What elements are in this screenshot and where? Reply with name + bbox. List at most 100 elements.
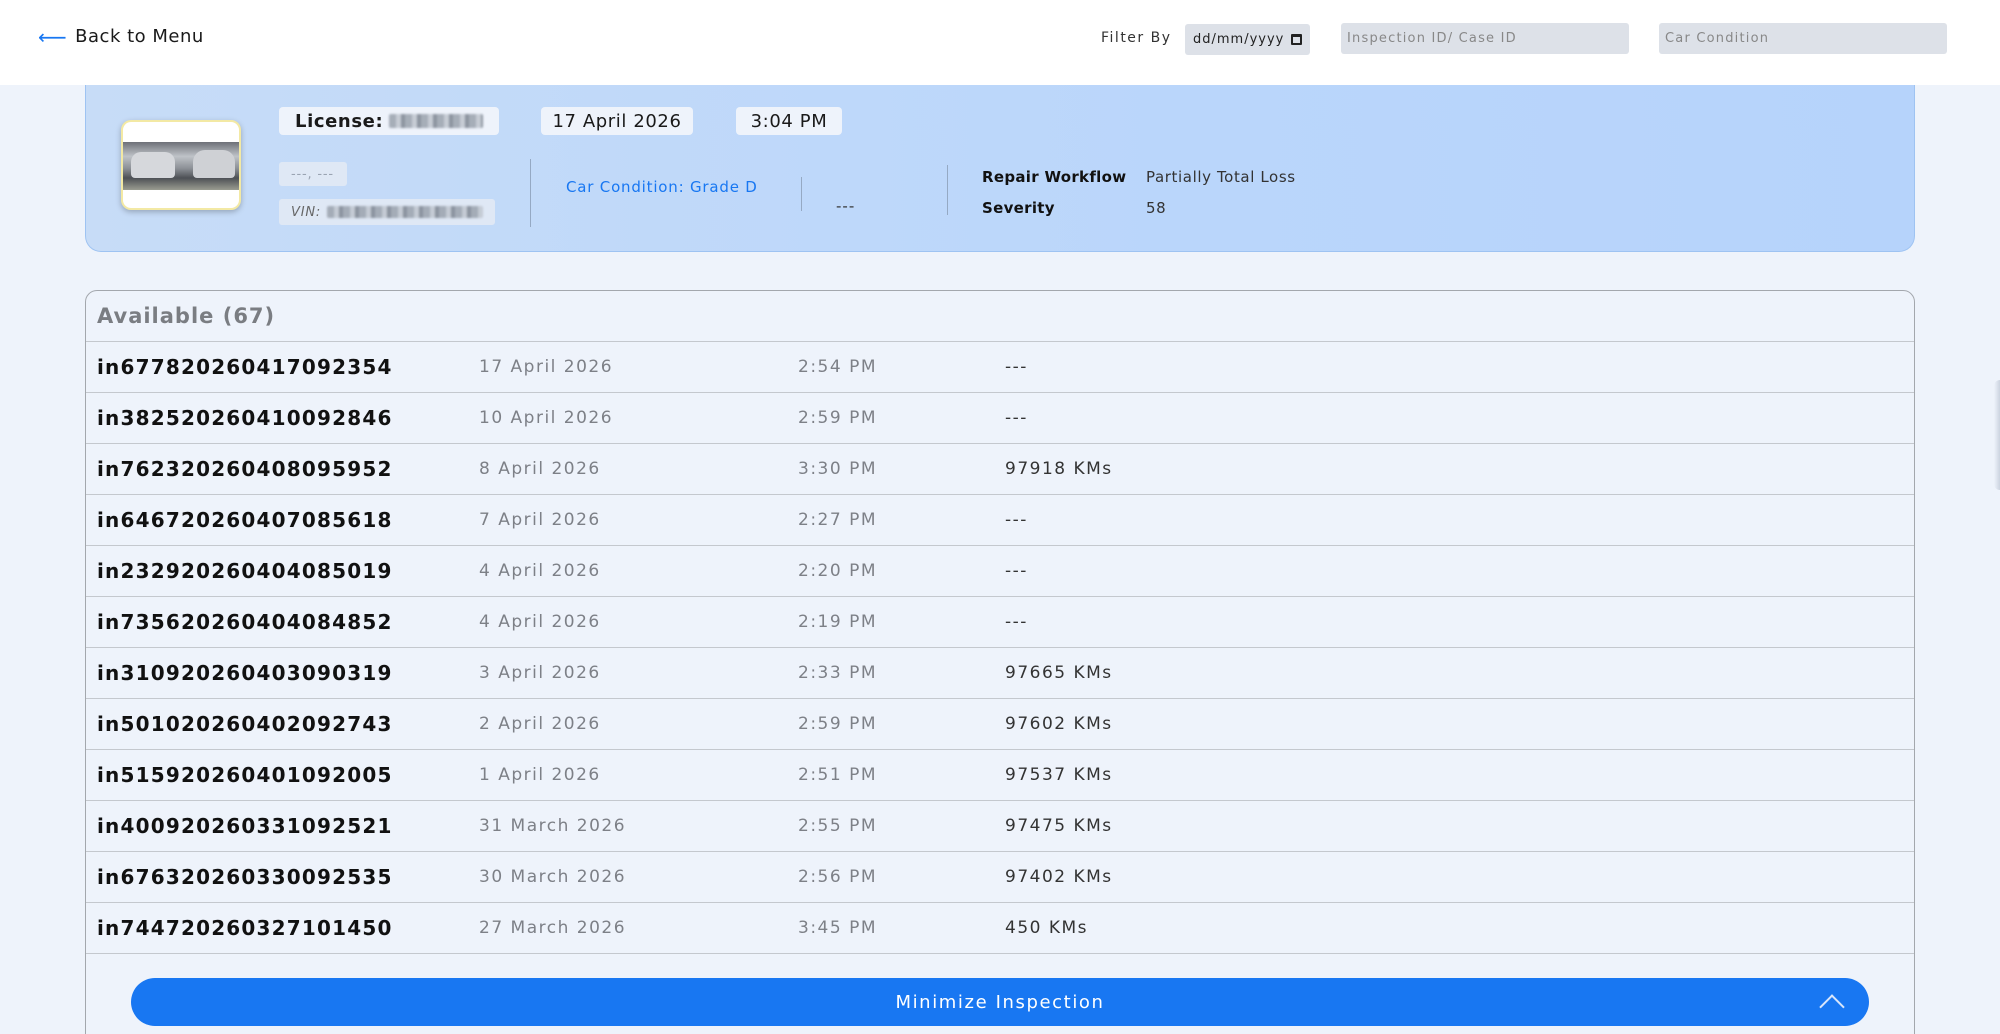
inspection-id: in382520260410092846 (97, 406, 393, 430)
severity-label: Severity (982, 199, 1055, 217)
inspection-mileage: 97402 KMs (1005, 867, 1113, 887)
inspection-row[interactable]: in310920260403090319 3 April 2026 2:33 PM 9… (86, 648, 1914, 699)
inspection-time: 2:54 PM (798, 357, 877, 377)
vehicle-photo (123, 142, 239, 190)
inspection-time: 2:55 PM (798, 816, 877, 836)
inspection-time: 2:51 PM (798, 765, 877, 785)
inspection-mileage: --- (1005, 612, 1028, 632)
inspection-date: 1 April 2026 (479, 765, 601, 785)
date-filter-input[interactable]: dd/mm/yyyy (1185, 24, 1310, 55)
case-id-placeholder: Inspection ID/ Case ID (1347, 31, 1517, 46)
minimize-inspection-button[interactable]: Minimize Inspection (131, 978, 1869, 1026)
car-condition-placeholder: Car Condition (1665, 31, 1770, 46)
car-condition-filter-input[interactable]: Car Condition (1659, 23, 1947, 54)
license-redacted (389, 114, 483, 128)
case-id-search-input[interactable]: Inspection ID/ Case ID (1341, 23, 1629, 54)
inspection-row[interactable]: in382520260410092846 10 April 2026 2:59 PM… (86, 393, 1914, 444)
inspection-id: in762320260408095952 (97, 457, 393, 481)
inspection-time: 2:20 PM (798, 561, 877, 581)
inspection-date: 4 April 2026 (479, 612, 601, 632)
available-inspections-panel: Available (67) in677820260417092354 17 Ap… (85, 290, 1915, 1034)
inspection-time: 2:19 PM (798, 612, 877, 632)
inspection-id: in400920260331092521 (97, 814, 393, 838)
vehicle-thumbnail[interactable] (121, 120, 241, 210)
available-count-header: Available (67) (86, 291, 1914, 342)
mileage-value: --- (836, 197, 856, 215)
divider (801, 177, 802, 211)
vin-redacted (327, 206, 483, 218)
inspection-id: in677820260417092354 (97, 355, 393, 379)
inspection-mileage: 97918 KMs (1005, 459, 1113, 479)
inspection-row[interactable]: in677820260417092354 17 April 2026 2:54 PM… (86, 342, 1914, 393)
divider (947, 165, 948, 215)
minimize-inspection-label: Minimize Inspection (895, 991, 1105, 1013)
inspection-row[interactable]: in515920260401092005 1 April 2026 2:51 PM 9… (86, 750, 1914, 801)
back-to-menu-link[interactable]: ⟵ Back to Menu (38, 26, 204, 47)
chevron-up-icon (1819, 994, 1845, 1020)
inspection-list: in677820260417092354 17 April 2026 2:54 PM… (86, 342, 1914, 954)
back-to-menu-label: Back to Menu (75, 26, 204, 47)
inspection-mileage: 97602 KMs (1005, 714, 1113, 734)
inspection-id: in735620260404084852 (97, 610, 393, 634)
inspection-row[interactable]: in762320260408095952 8 April 2026 3:30 PM 9… (86, 444, 1914, 495)
inspection-date: 27 March 2026 (479, 918, 627, 938)
divider (530, 159, 531, 227)
inspection-date: 17 April 2026 (479, 357, 614, 377)
inspection-id: in232920260404085019 (97, 559, 393, 583)
inspection-row[interactable]: in676320260330092535 30 March 2026 2:56 PM… (86, 852, 1914, 903)
inspection-mileage: 450 KMs (1005, 918, 1089, 938)
top-bar: ⟵ Back to Menu Filter By dd/mm/yyyy Insp… (0, 0, 2000, 85)
inspection-id: in515920260401092005 (97, 763, 393, 787)
inspection-date-chip: 17 April 2026 (541, 107, 693, 135)
inspection-summary-card[interactable]: License: 17 April 2026 3:04 PM ---, --- … (85, 85, 1915, 252)
inspection-row[interactable]: in501020260402092743 2 April 2026 2:59 PM 9… (86, 699, 1914, 750)
vin-chip: VIN: (279, 199, 495, 225)
inspection-time-chip: 3:04 PM (736, 107, 842, 135)
location-chip: ---, --- (279, 162, 347, 186)
inspection-mileage: --- (1005, 357, 1028, 377)
inspection-date: 8 April 2026 (479, 459, 601, 479)
inspection-time: 2:27 PM (798, 510, 877, 530)
inspection-mileage: --- (1005, 408, 1028, 428)
inspection-time: 2:33 PM (798, 663, 877, 683)
inspection-time: 2:59 PM (798, 408, 877, 428)
calendar-icon[interactable] (1291, 34, 1302, 45)
inspection-date: 30 March 2026 (479, 867, 627, 887)
inspection-row[interactable]: in232920260404085019 4 April 2026 2:20 PM -… (86, 546, 1914, 597)
inspection-date: 4 April 2026 (479, 561, 601, 581)
inspection-time: 3:45 PM (798, 918, 877, 938)
inspection-row[interactable]: in735620260404084852 4 April 2026 2:19 PM -… (86, 597, 1914, 648)
inspection-mileage: 97665 KMs (1005, 663, 1113, 683)
inspection-date: 10 April 2026 (479, 408, 614, 428)
inspection-time: 3:30 PM (798, 459, 877, 479)
inspection-time: 2:56 PM (798, 867, 877, 887)
inspection-mileage: 97475 KMs (1005, 816, 1113, 836)
inspection-row[interactable]: in646720260407085618 7 April 2026 2:27 PM -… (86, 495, 1914, 546)
severity-value: 58 (1146, 199, 1167, 217)
inspection-mileage: --- (1005, 510, 1028, 530)
inspection-row[interactable]: in744720260327101450 27 March 2026 3:45 PM… (86, 903, 1914, 954)
vin-label: VIN: (291, 204, 322, 220)
license-label: License: (295, 110, 384, 132)
inspection-time: 2:59 PM (798, 714, 877, 734)
inspection-id: in744720260327101450 (97, 916, 393, 940)
inspection-id: in501020260402092743 (97, 712, 393, 736)
side-handle[interactable] (1994, 380, 2000, 490)
inspection-date: 3 April 2026 (479, 663, 601, 683)
filter-by-label: Filter By (1101, 30, 1172, 46)
inspection-mileage: --- (1005, 561, 1028, 581)
inspection-date: 7 April 2026 (479, 510, 601, 530)
arrow-left-icon: ⟵ (38, 24, 68, 49)
repair-workflow-label: Repair Workflow (982, 168, 1127, 186)
repair-workflow-value: Partially Total Loss (1146, 168, 1296, 186)
date-filter-placeholder: dd/mm/yyyy (1193, 32, 1285, 47)
inspection-row[interactable]: in400920260331092521 31 March 2026 2:55 PM… (86, 801, 1914, 852)
license-chip: License: (279, 107, 499, 135)
inspection-id: in310920260403090319 (97, 661, 393, 685)
inspection-date: 2 April 2026 (479, 714, 601, 734)
inspection-mileage: 97537 KMs (1005, 765, 1113, 785)
car-condition-grade: Car Condition: Grade D (566, 178, 758, 196)
inspection-date: 31 March 2026 (479, 816, 627, 836)
inspection-id: in676320260330092535 (97, 865, 393, 889)
inspection-id: in646720260407085618 (97, 508, 393, 532)
